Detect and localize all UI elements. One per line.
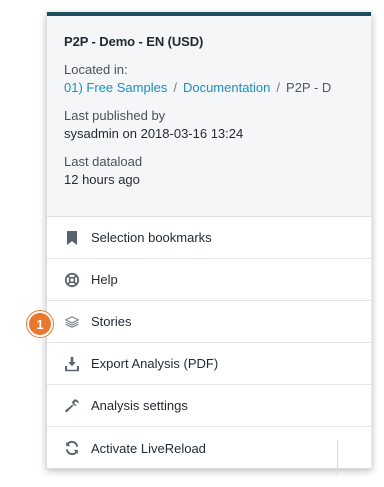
breadcrumb: 01) Free Samples / Documentation / P2P -… — [64, 79, 355, 97]
breadcrumb-separator: / — [276, 80, 281, 95]
stories-label: Stories — [91, 314, 132, 329]
analysis-menu-list: Selection bookmarks Help Stories Export … — [47, 217, 371, 468]
analysis-title: P2P - Demo - EN (USD) — [64, 34, 204, 49]
help-label: Help — [91, 272, 118, 287]
stories-menu-item[interactable]: Stories — [47, 301, 371, 343]
help-menu-item[interactable]: Help — [47, 259, 371, 301]
dataload-value: 12 hours ago — [64, 172, 140, 187]
download-tray-icon — [64, 356, 80, 372]
lifebuoy-icon — [64, 272, 80, 288]
wrench-icon — [64, 398, 80, 414]
activate-livereload-label: Activate LiveReload — [91, 440, 206, 456]
published-value: sysadmin on 2018-03-16 13:24 — [64, 126, 244, 141]
stacked-layers-icon — [64, 314, 80, 330]
selection-bookmarks-label: Selection bookmarks — [91, 230, 212, 245]
page-root: P2P - Demo - EN (USD) Located in: 01) Fr… — [0, 0, 384, 487]
breadcrumb-link-free-samples[interactable]: 01) Free Samples — [64, 79, 167, 97]
published-label: Last published by — [64, 108, 166, 123]
breadcrumb-current-item: P2P - D — [286, 80, 332, 95]
analysis-settings-label: Analysis settings — [91, 398, 188, 413]
analysis-options-menu: P2P - Demo - EN (USD) Located in: 01) Fr… — [46, 12, 372, 469]
bookmark-icon — [64, 230, 80, 246]
callout-number-badge: 1 — [27, 311, 53, 337]
breadcrumb-separator: / — [173, 80, 177, 95]
selection-bookmarks-menu-item[interactable]: Selection bookmarks — [47, 217, 371, 259]
dataload-label: Last dataload — [64, 154, 143, 169]
refresh-icon — [64, 440, 80, 456]
location-label: Located in: — [64, 62, 128, 77]
breadcrumb-link-documentation[interactable]: Documentation — [183, 79, 270, 97]
activate-livereload-menu-item[interactable]: Activate LiveReload — [47, 427, 371, 468]
analysis-settings-menu-item[interactable]: Analysis settings — [47, 385, 371, 427]
analysis-info-panel: P2P - Demo - EN (USD) Located in: 01) Fr… — [47, 16, 371, 217]
export-analysis-label: Export Analysis (PDF) — [91, 356, 219, 371]
export-analysis-menu-item[interactable]: Export Analysis (PDF) — [47, 343, 371, 385]
background-divider — [337, 440, 338, 476]
